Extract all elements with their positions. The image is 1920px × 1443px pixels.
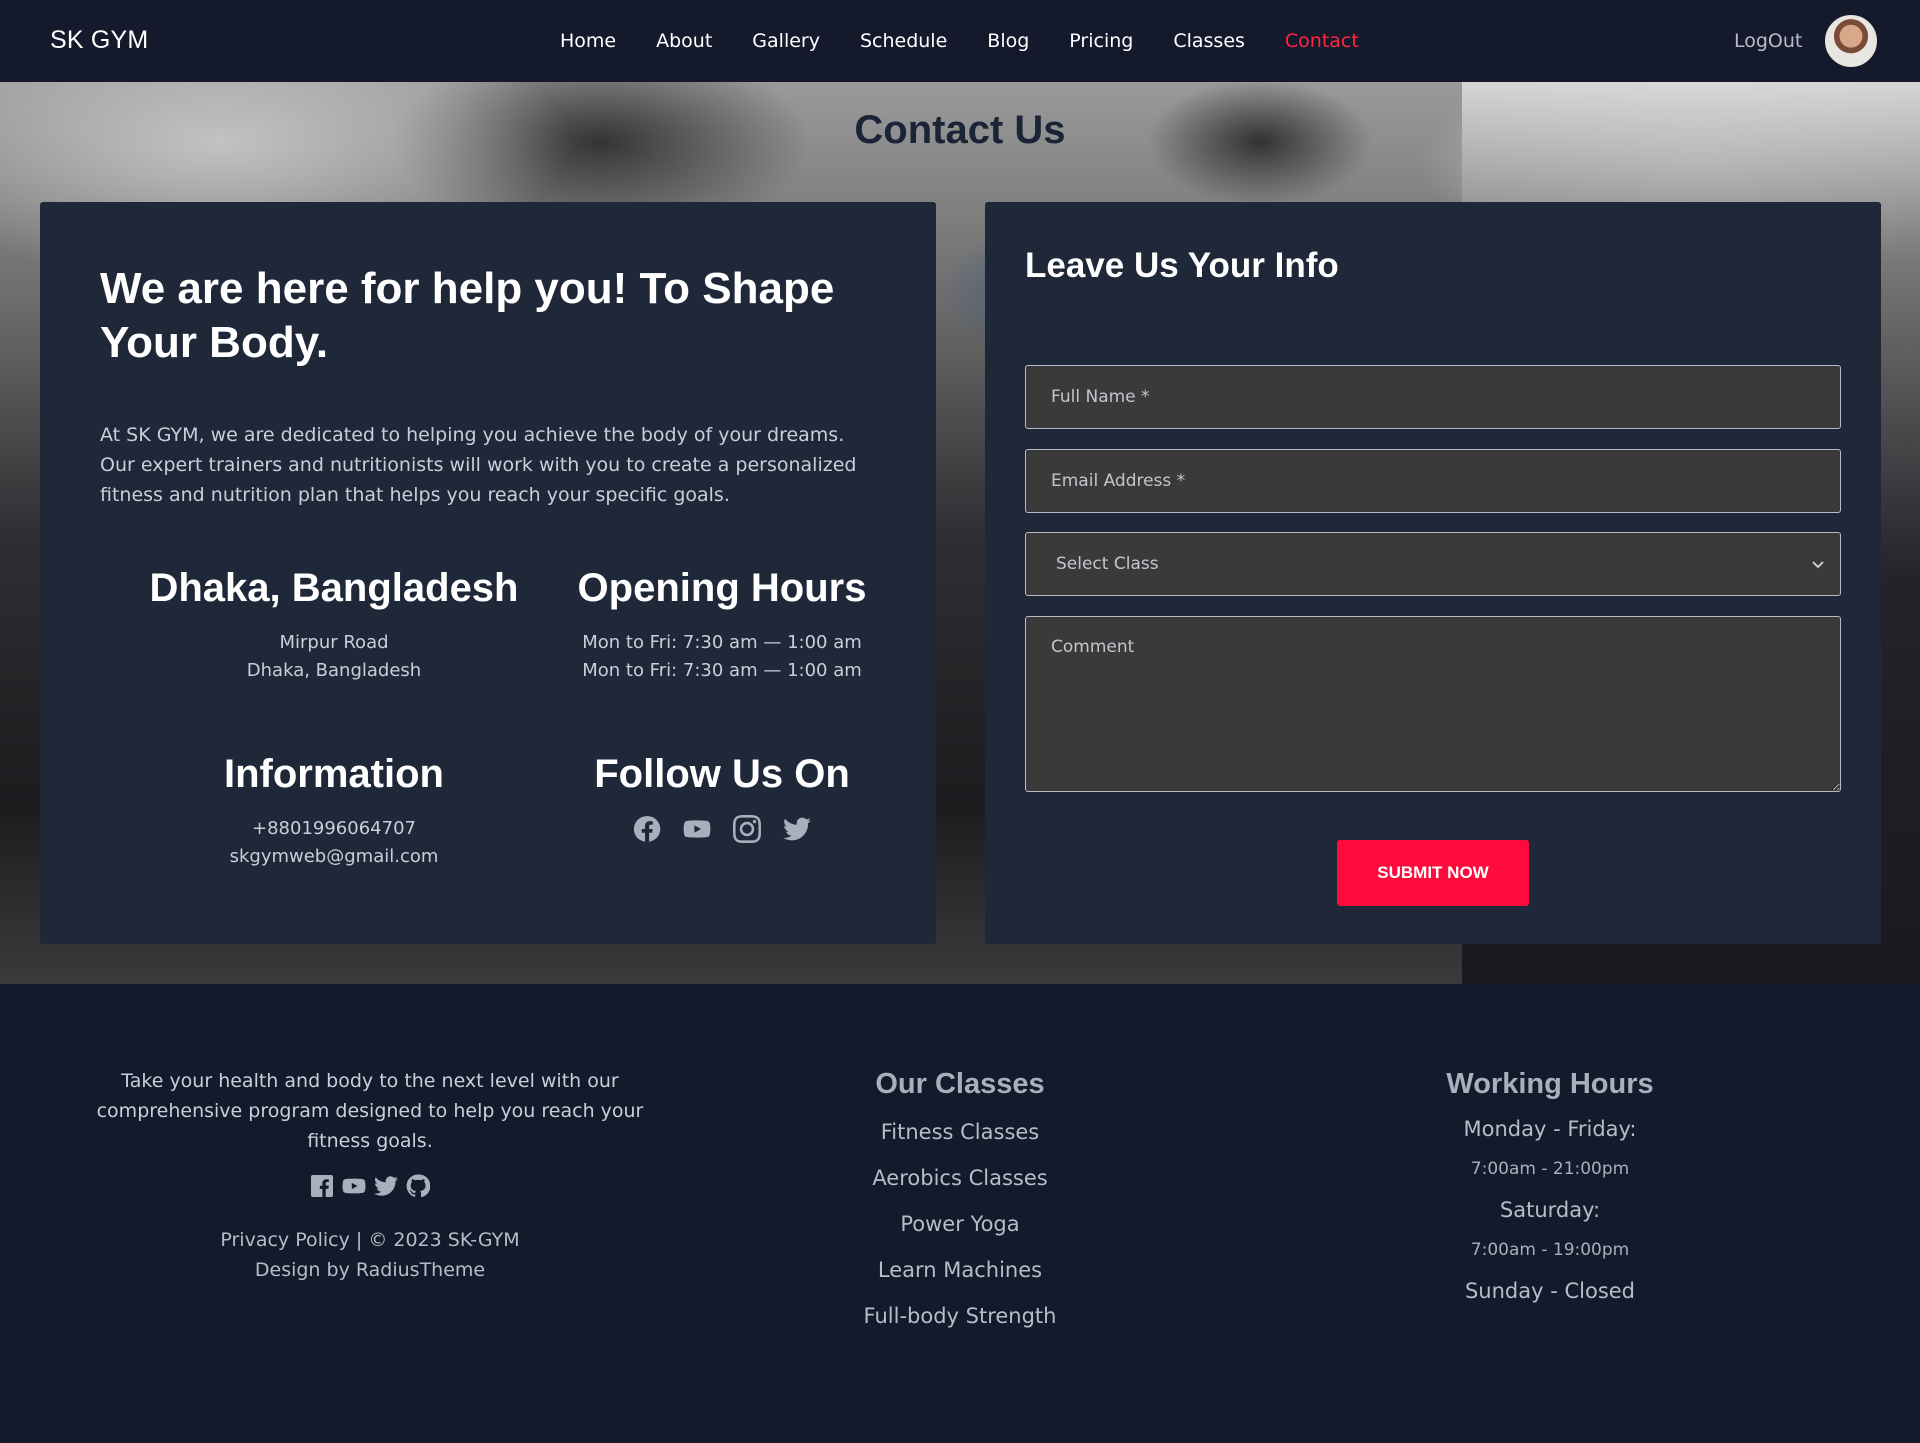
instagram-icon[interactable] — [733, 815, 761, 847]
comment-textarea[interactable] — [1025, 616, 1841, 792]
weekday-time: 7:00am - 21:00pm — [1470, 1159, 1630, 1179]
nav-link-about[interactable]: About — [656, 30, 712, 52]
nav-link-contact[interactable]: Contact — [1285, 30, 1359, 52]
nav-links: Home About Gallery Schedule Blog Pricing… — [560, 0, 1399, 82]
nav-link-pricing[interactable]: Pricing — [1069, 30, 1133, 52]
footer-social-icons — [90, 1174, 650, 1207]
page-title: Contact Us — [854, 108, 1066, 152]
facebook-icon[interactable] — [633, 815, 661, 847]
info-heading: We are here for help you! To Shape Your … — [100, 264, 835, 367]
footer-hours-heading: Working Hours — [1446, 1068, 1654, 1100]
nav-link-gallery[interactable]: Gallery — [752, 30, 820, 52]
facebook-square-icon[interactable] — [310, 1174, 334, 1207]
footer-about-column: Take your health and body to the next le… — [90, 1066, 650, 1285]
information-block: Information +8801996064707 skgymweb@gmai… — [134, 752, 534, 871]
youtube-icon[interactable] — [683, 815, 711, 847]
footer-copyright-block: Privacy Policy | © 2023 SK-GYM Design by… — [90, 1225, 650, 1285]
footer-class-link[interactable]: Aerobics Classes — [810, 1164, 1110, 1193]
location-line-1: Mirpur Road — [279, 632, 389, 653]
logout-link[interactable]: LogOut — [1734, 30, 1802, 52]
nav-link-schedule[interactable]: Schedule — [860, 30, 947, 52]
phone-number[interactable]: +8801996064707 — [134, 815, 534, 843]
weekday-label: Monday - Friday: — [1463, 1117, 1637, 1141]
information-title: Information — [224, 752, 444, 796]
full-name-input[interactable] — [1025, 365, 1841, 429]
footer-credit: Design by RadiusTheme — [254, 1259, 486, 1281]
user-avatar[interactable] — [1825, 15, 1877, 67]
footer-class-link[interactable]: Learn Machines — [810, 1256, 1110, 1285]
twitter-icon[interactable] — [783, 815, 811, 847]
submit-button[interactable]: SUBMIT NOW — [1337, 840, 1529, 906]
opening-hours-line-2: Mon to Fri: 7:30 am — 1:00 am — [582, 660, 862, 681]
youtube-icon[interactable] — [342, 1174, 366, 1207]
nav-link-home[interactable]: Home — [560, 30, 616, 52]
location-block: Dhaka, Bangladesh Mirpur Road Dhaka, Ban… — [134, 566, 534, 685]
footer-class-link[interactable]: Fitness Classes — [810, 1118, 1110, 1147]
footer: Take your health and body to the next le… — [0, 984, 1920, 1443]
contact-form-card: Leave Us Your Info Select Class SUBMIT N… — [985, 202, 1881, 944]
info-description: At SK GYM, we are dedicated to helping y… — [100, 424, 857, 506]
footer-classes-column: Our Classes Fitness Classes Aerobics Cla… — [810, 1068, 1110, 1331]
form-title: Leave Us Your Info — [1025, 246, 1339, 285]
email-input[interactable] — [1025, 449, 1841, 513]
footer-classes-heading: Our Classes — [875, 1068, 1045, 1100]
opening-hours-title: Opening Hours — [577, 566, 867, 610]
twitter-icon[interactable] — [374, 1174, 398, 1207]
email-address[interactable]: skgymweb@gmail.com — [134, 843, 534, 871]
class-select[interactable]: Select Class — [1025, 532, 1841, 596]
saturday-label: Saturday: — [1499, 1198, 1601, 1222]
sunday-label: Sunday - Closed — [1464, 1279, 1636, 1303]
nav-link-classes[interactable]: Classes — [1173, 30, 1245, 52]
follow-block: Follow Us On — [522, 752, 922, 847]
contact-info-card: We are here for help you! To Shape Your … — [40, 202, 936, 944]
chevron-down-icon — [1812, 561, 1824, 569]
footer-hours-column: Working Hours Monday - Friday: 7:00am - … — [1400, 1068, 1700, 1306]
footer-class-link[interactable]: Full-body Strength — [810, 1302, 1110, 1331]
brand-logo[interactable]: SK GYM — [50, 26, 148, 55]
class-select-value: Select Class — [1056, 554, 1159, 574]
location-title: Dhaka, Bangladesh — [149, 566, 519, 610]
footer-about-text: Take your health and body to the next le… — [96, 1070, 644, 1152]
social-icons — [522, 815, 922, 847]
location-line-2: Dhaka, Bangladesh — [246, 660, 422, 681]
footer-class-link[interactable]: Power Yoga — [810, 1210, 1110, 1239]
opening-hours-block: Opening Hours Mon to Fri: 7:30 am — 1:00… — [522, 566, 922, 685]
github-icon[interactable] — [406, 1174, 431, 1207]
nav-link-blog[interactable]: Blog — [987, 30, 1029, 52]
footer-copyright[interactable]: Privacy Policy | © 2023 SK-GYM — [90, 1225, 650, 1255]
follow-title: Follow Us On — [594, 752, 850, 796]
opening-hours-line-1: Mon to Fri: 7:30 am — 1:00 am — [582, 632, 862, 653]
top-navbar: SK GYM Home About Gallery Schedule Blog … — [0, 0, 1920, 82]
saturday-time: 7:00am - 19:00pm — [1470, 1240, 1630, 1260]
